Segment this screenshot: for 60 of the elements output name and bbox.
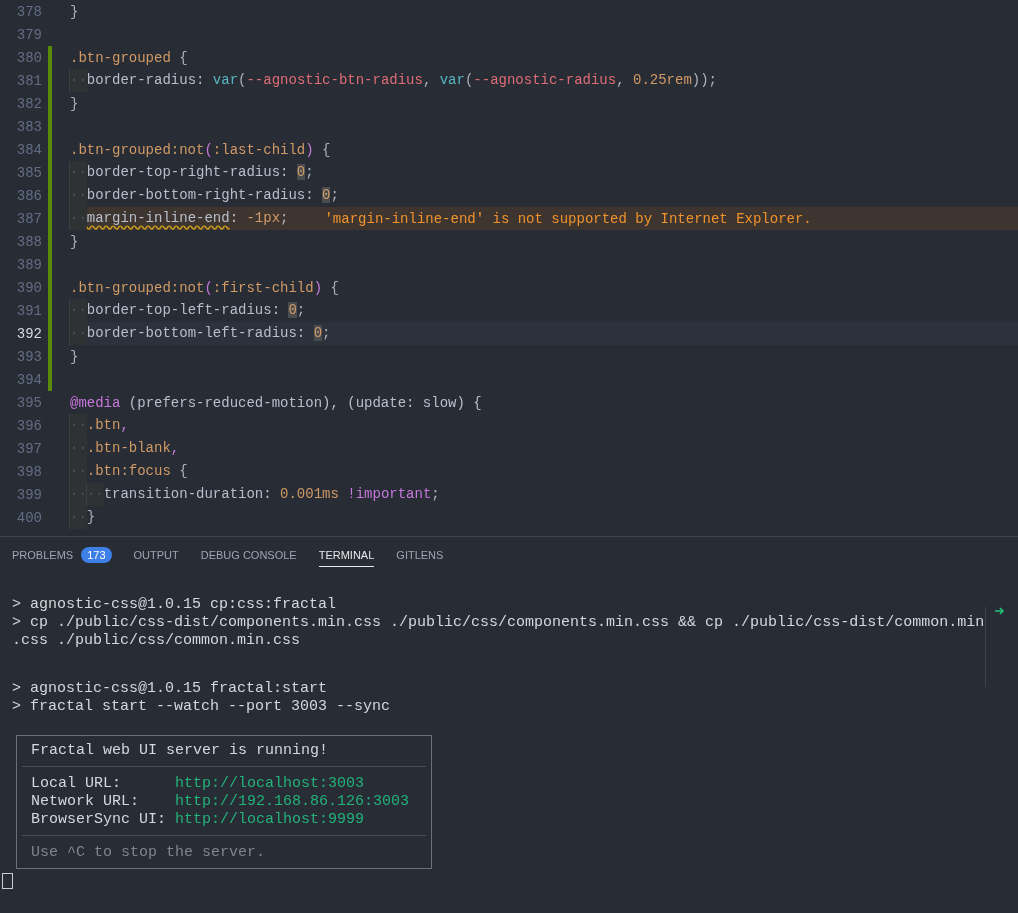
line-number: 390	[15, 279, 43, 296]
panel-tab[interactable]: DEBUG CONSOLE	[200, 543, 297, 567]
code-line: ··border-top-right-radius: 0;	[70, 161, 314, 184]
terminal-line: .css ./public/css/common.min.css	[12, 632, 301, 650]
line-number: 395	[15, 394, 43, 411]
line-number: 399	[15, 486, 43, 503]
hint-text: Use ^C to stop the server.	[31, 844, 266, 861]
line-number: 394	[15, 371, 43, 388]
code-line: ··}	[70, 506, 96, 529]
line-number: 397	[15, 440, 43, 457]
code-line: ··border-bottom-left-radius: 0;	[70, 322, 331, 345]
line-number: 388	[15, 233, 43, 250]
inline-warning: 'margin-inline-end' is not supported by Internet Explorer.	[324, 210, 812, 227]
line-number: 381	[15, 72, 43, 89]
line-number: 396	[15, 417, 43, 434]
line-number: 392	[15, 325, 43, 342]
url-link[interactable]: http://192.168.86.126:3003	[175, 793, 410, 811]
line-number: 382	[15, 95, 43, 112]
code-line: ··margin-inline-end: -1px;	[70, 207, 289, 230]
line-number: 398	[15, 463, 43, 480]
line-number: 385	[15, 164, 43, 181]
url-link[interactable]: http://localhost:3003	[175, 775, 365, 793]
code-line: }	[70, 348, 79, 365]
code-line: ····transition-duration: 0.001ms !important;	[70, 483, 440, 506]
code-line: }	[70, 233, 79, 250]
terminal-line: > agnostic-css@1.0.15 cp:css:fractal	[12, 596, 337, 614]
box-title: Fractal web UI server is running!	[31, 742, 329, 759]
code-line: .btn-grouped:not(:first-child) {	[70, 279, 339, 296]
panel-tab[interactable]: PROBLEMS 173	[12, 541, 112, 569]
count-badge: 173	[81, 547, 112, 563]
code-line: }	[70, 3, 79, 20]
code-line: @media (prefers-reduced-motion), (update: slow) {	[70, 394, 482, 411]
code-line: ··.btn:focus {	[70, 460, 188, 483]
code-line: .btn-grouped {	[70, 49, 188, 66]
panel-tab[interactable]: GITLENS	[396, 543, 444, 567]
panel-tab[interactable]: TERMINAL	[318, 543, 375, 567]
url-label: Local URL:	[31, 775, 122, 793]
line-number: 400	[15, 509, 43, 526]
panel-tab[interactable]: OUTPUT	[133, 543, 179, 567]
terminal-line: > cp ./public/css-dist/components.min.css ./public/css/components.min.css && cp ./public/css-dist/common.min	[12, 614, 985, 632]
code-line: ··.btn-blank,	[70, 437, 180, 460]
code-line: }	[70, 95, 79, 112]
line-number: 383	[15, 118, 43, 135]
code-line: .btn-grouped:not(:last-child) {	[70, 141, 331, 158]
line-number: 387	[15, 210, 43, 227]
line-number: 378	[15, 3, 43, 20]
line-number: 384	[15, 141, 43, 158]
terminal-line: > agnostic-css@1.0.15 fractal:start	[12, 680, 328, 698]
terminal-line: > fractal start --watch --port 3003 --sync	[12, 698, 391, 716]
line-number: 380	[15, 49, 43, 66]
code-line: ··.btn,	[70, 414, 129, 437]
url-label: Network URL:	[31, 793, 141, 811]
line-number: 391	[15, 302, 43, 319]
url-label: BrowserSync UI:	[31, 811, 168, 829]
url-link[interactable]: http://localhost:9999	[175, 811, 365, 829]
line-number: 386	[15, 187, 43, 204]
line-number: 379	[15, 26, 43, 43]
line-number: 393	[15, 348, 43, 365]
code-line: ··border-radius: var(--agnostic-btn-radius, var(--agnostic-radius, 0.25rem));	[70, 69, 717, 92]
line-number: 389	[15, 256, 43, 273]
